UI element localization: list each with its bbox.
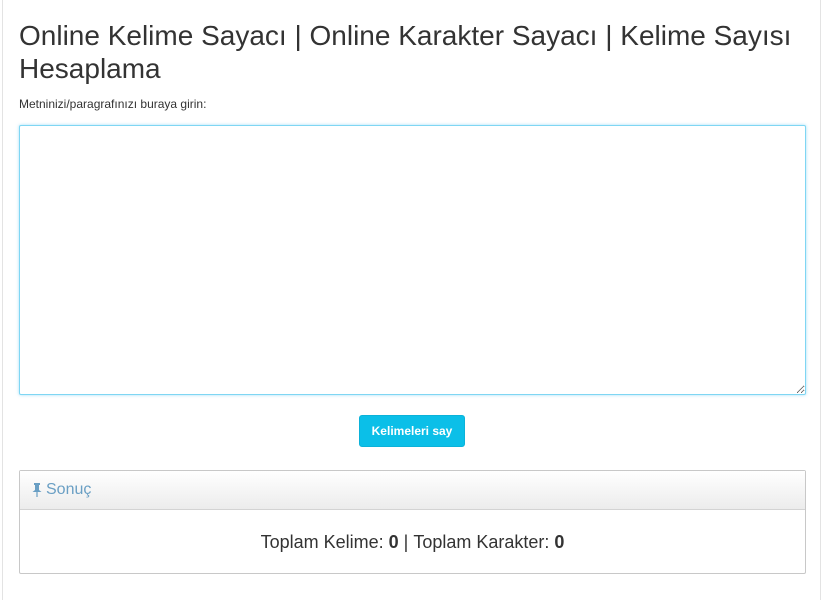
pin-icon (31, 482, 43, 498)
total-words-label: Toplam Kelime: (260, 531, 384, 552)
total-words-value: 0 (388, 531, 399, 552)
total-chars-value: 0 (554, 531, 565, 552)
count-words-button[interactable]: Kelimeleri say (359, 415, 465, 447)
total-chars-label: Toplam Karakter: (413, 531, 550, 552)
page-title: Online Kelime Sayacı | Online Karakter S… (19, 20, 792, 84)
text-input[interactable] (19, 125, 806, 395)
textarea-label: Metninizi/paragrafınızı buraya girin: (19, 97, 207, 111)
result-panel-body: Toplam Kelime: 0 | Toplam Karakter: 0 (20, 511, 805, 573)
page-container: Online Kelime Sayacı | Online Karakter S… (2, 0, 821, 600)
result-separator: | (403, 531, 409, 552)
result-heading: Sonuç (46, 481, 92, 498)
result-panel-heading: Sonuç (20, 471, 805, 510)
result-panel: Sonuç Toplam Kelime: 0 | Toplam Karakter… (19, 470, 806, 574)
